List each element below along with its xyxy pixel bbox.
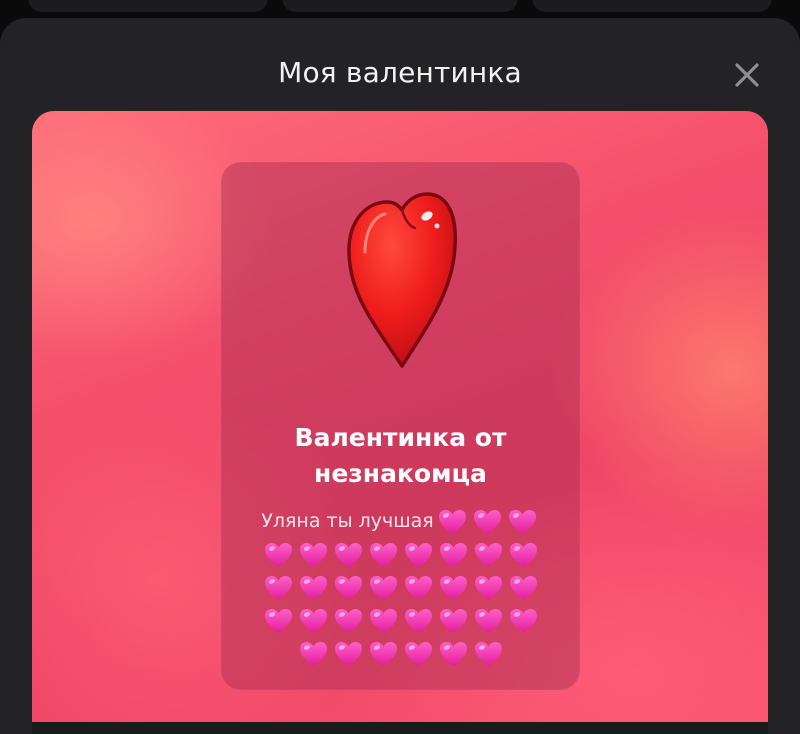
close-button[interactable] xyxy=(732,60,762,90)
pink-heart-icon xyxy=(404,608,433,634)
valentine-message: Уляна ты лучшая xyxy=(240,505,561,670)
pink-heart-icon xyxy=(299,641,328,667)
sheet-title: Моя валентинка xyxy=(278,56,522,89)
message-line xyxy=(240,604,561,637)
pink-heart-icon xyxy=(264,608,293,634)
pink-heart-icon xyxy=(509,542,538,568)
pink-heart-icon xyxy=(404,641,433,667)
background-tile xyxy=(282,0,518,12)
pink-heart-icon xyxy=(474,575,503,601)
pink-heart-icon xyxy=(369,542,398,568)
pink-heart-icon xyxy=(439,542,468,568)
red-heart-sticker-icon xyxy=(343,190,461,372)
card-title-line1: Валентинка от xyxy=(294,423,507,452)
bottom-bar xyxy=(32,722,768,734)
pink-heart-icon xyxy=(404,575,433,601)
background-tile xyxy=(28,0,268,12)
pink-heart-icon xyxy=(473,509,502,535)
message-line xyxy=(240,637,561,670)
pink-heart-icon xyxy=(299,575,328,601)
pink-heart-icon xyxy=(334,575,363,601)
card-title: Валентинка от незнакомца xyxy=(221,420,580,492)
pink-heart-icon xyxy=(334,608,363,634)
pink-heart-icon xyxy=(369,608,398,634)
message-line: Уляна ты лучшая xyxy=(240,505,561,538)
pink-heart-icon xyxy=(369,575,398,601)
message-line xyxy=(240,538,561,571)
pink-heart-icon xyxy=(439,575,468,601)
pink-heart-icon xyxy=(264,575,293,601)
pink-heart-icon xyxy=(474,608,503,634)
message-text: Уляна ты лучшая xyxy=(261,510,434,532)
pink-heart-icon xyxy=(439,641,468,667)
background-tile xyxy=(532,0,772,12)
message-line xyxy=(240,571,561,604)
pink-heart-icon xyxy=(474,641,503,667)
pink-heart-icon xyxy=(404,542,433,568)
pink-heart-icon xyxy=(334,542,363,568)
pink-heart-icon xyxy=(438,509,467,535)
pink-heart-icon xyxy=(439,608,468,634)
pink-heart-icon xyxy=(509,608,538,634)
pink-heart-icon xyxy=(474,542,503,568)
pink-heart-icon xyxy=(264,542,293,568)
pink-heart-icon xyxy=(508,509,537,535)
background-tiles xyxy=(0,0,800,20)
card-title-line2: незнакомца xyxy=(314,459,487,488)
pink-heart-icon xyxy=(299,608,328,634)
pink-heart-icon xyxy=(369,641,398,667)
pink-heart-icon xyxy=(334,641,363,667)
pink-heart-icon xyxy=(299,542,328,568)
pink-heart-icon xyxy=(509,575,538,601)
close-icon xyxy=(735,63,759,87)
